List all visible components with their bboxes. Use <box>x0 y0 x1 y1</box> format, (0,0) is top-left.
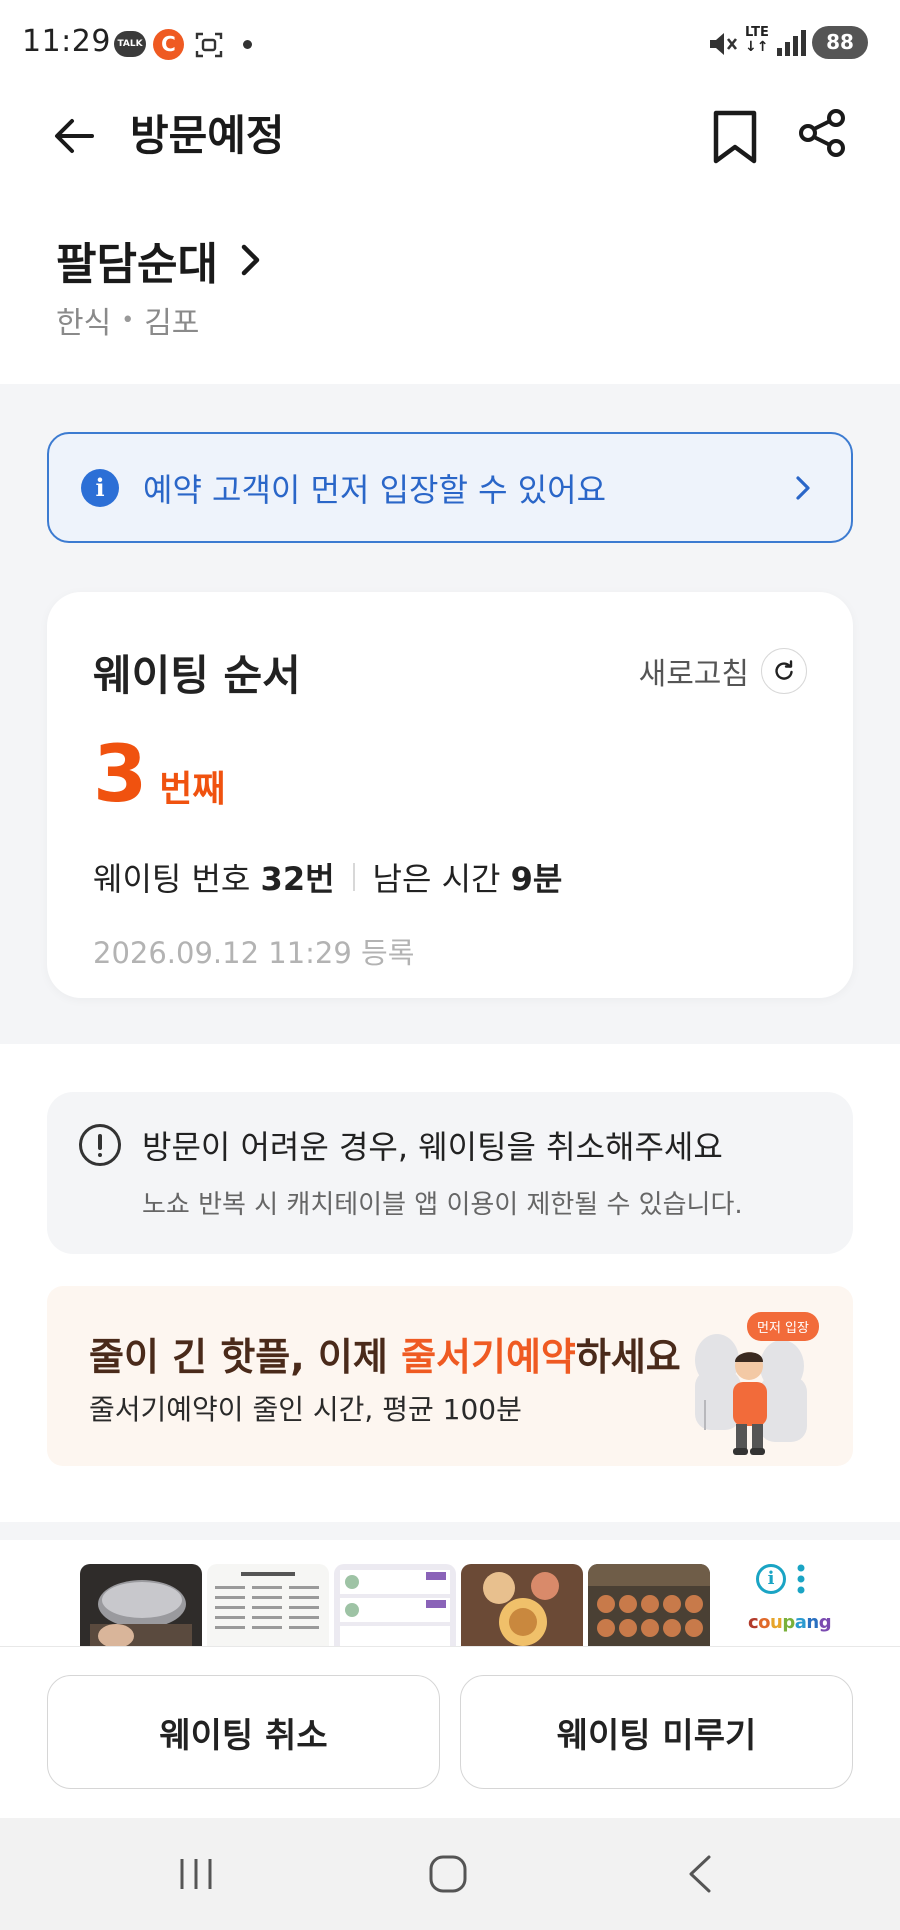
page-title: 방문예정 <box>130 111 285 160</box>
line-reservation-promo[interactable]: 줄이 긴 핫플, 이제 줄서기예약하세요 줄서기예약이 줄인 시간, 평균 10… <box>47 1286 853 1466</box>
chevron-right-icon <box>783 468 823 508</box>
waiting-position-unit: 번째 <box>159 769 226 810</box>
ad-image-bowls <box>588 1564 710 1646</box>
share-button[interactable] <box>792 102 854 164</box>
ad-banner[interactable]: i coupang <box>80 1560 900 1646</box>
data-arrows-icon: ↓↑ <box>745 39 769 55</box>
refresh-icon <box>761 648 807 694</box>
status-time: 11:29 <box>22 24 111 59</box>
waiting-position: 3 번째 <box>93 730 226 820</box>
lte-indicator: LTE ↓↑ <box>745 26 769 55</box>
mute-icon <box>710 33 738 55</box>
promo-title-suffix: 하세요 <box>575 1335 681 1379</box>
more-notifications-dot <box>243 40 252 49</box>
meta-separator: • <box>121 307 135 333</box>
banner-text: 예약 고객이 먼저 입장할 수 있어요 <box>143 470 607 509</box>
restaurant-location: 김포 <box>144 306 200 341</box>
waiting-section: i 예약 고객이 먼저 입장할 수 있어요 웨이팅 순서 새로고침 3 번째 웨… <box>0 384 900 1044</box>
remaining-time-value: 9분 <box>510 860 563 898</box>
coupang-notification-icon: C <box>153 29 184 60</box>
system-nav-bar <box>0 1818 900 1930</box>
more-vertical-icon[interactable] <box>796 1564 806 1594</box>
restaurant-info: 팔담순대 한식 • 김포 <box>56 230 846 342</box>
ad-image-dishes <box>461 1564 583 1646</box>
kakaotalk-notification-icon: TALK <box>114 31 146 57</box>
home-icon <box>429 1855 467 1893</box>
cancel-notice: 방문이 어려운 경우, 웨이팅을 취소해주세요 노쇼 반복 시 캐치테이블 앱 … <box>47 1092 853 1254</box>
bookmark-icon <box>713 110 757 164</box>
bottom-action-bar: 웨이팅 취소 웨이팅 미루기 <box>0 1646 900 1818</box>
exclamation-icon <box>79 1124 121 1166</box>
bookmark-button[interactable] <box>706 102 764 172</box>
promo-subtitle: 줄서기예약이 줄인 시간, 평균 100분 <box>89 1393 522 1426</box>
back-nav-button[interactable] <box>660 1846 740 1902</box>
home-button[interactable] <box>408 1846 488 1902</box>
restaurant-meta: 한식 • 김포 <box>56 298 846 342</box>
info-icon: i <box>81 468 119 507</box>
remaining-time-label: 남은 시간 <box>372 860 501 898</box>
signal-icon <box>777 30 806 56</box>
status-bar: 11:29 TALK C LTE ↓↑ 88 <box>0 0 900 86</box>
restaurant-category: 한식 <box>56 306 112 341</box>
notice-subtitle: 노쇼 반복 시 캐치테이블 앱 이용이 제한될 수 있습니다. <box>142 1190 743 1220</box>
promo-title: 줄이 긴 핫플, 이제 줄서기예약하세요 <box>89 1326 681 1381</box>
ad-info-icon[interactable]: i <box>756 1564 786 1594</box>
screenshot-icon <box>195 32 223 58</box>
priority-entry-badge: 먼저 입장 <box>747 1312 819 1341</box>
waiting-number-value: 32번 <box>260 860 335 898</box>
postpone-waiting-button[interactable]: 웨이팅 미루기 <box>460 1675 853 1789</box>
back-icon <box>689 1855 711 1893</box>
promo-title-highlight: 줄서기예약 <box>401 1335 576 1379</box>
ad-image-food-cover <box>80 1564 202 1646</box>
chevron-right-icon <box>241 244 260 276</box>
waiting-number-label: 웨이팅 번호 <box>93 860 251 898</box>
refresh-label: 새로고침 <box>638 657 749 692</box>
divider <box>352 863 355 891</box>
ad-info: i coupang <box>748 1560 836 1646</box>
battery-indicator: 88 <box>812 26 868 59</box>
lte-label: LTE <box>745 25 769 40</box>
share-icon <box>799 109 845 157</box>
waiting-order-card: 웨이팅 순서 새로고침 3 번째 웨이팅 번호 32번 남은 시간 9분 202… <box>47 592 853 998</box>
restaurant-name: 팔담순대 <box>56 239 218 290</box>
ad-image-product-cards <box>334 1564 456 1646</box>
back-button[interactable] <box>46 108 102 164</box>
notice-title: 방문이 어려운 경우, 웨이팅을 취소해주세요 <box>142 1128 723 1166</box>
reservation-priority-banner[interactable]: i 예약 고객이 먼저 입장할 수 있어요 <box>47 432 853 543</box>
arrow-left-icon <box>55 119 94 153</box>
registered-timestamp: 2026.09.12 11:29 등록 <box>93 936 415 970</box>
refresh-button[interactable]: 새로고침 <box>639 648 807 694</box>
restaurant-name-link[interactable]: 팔담순대 <box>56 230 846 290</box>
recent-apps-icon <box>180 1859 212 1889</box>
ad-image-menu-list <box>207 1564 329 1646</box>
waiting-position-number: 3 <box>93 730 148 820</box>
section-divider <box>0 1522 900 1540</box>
app-header: 방문예정 <box>0 86 900 186</box>
promo-title-prefix: 줄이 긴 핫플, 이제 <box>89 1335 402 1379</box>
waiting-order-title: 웨이팅 순서 <box>93 651 301 700</box>
cancel-waiting-button[interactable]: 웨이팅 취소 <box>47 1675 440 1789</box>
waiting-details: 웨이팅 번호 32번 남은 시간 9분 <box>93 854 562 900</box>
recent-apps-button[interactable] <box>156 1846 236 1902</box>
coupang-logo: coupang <box>748 1612 832 1633</box>
